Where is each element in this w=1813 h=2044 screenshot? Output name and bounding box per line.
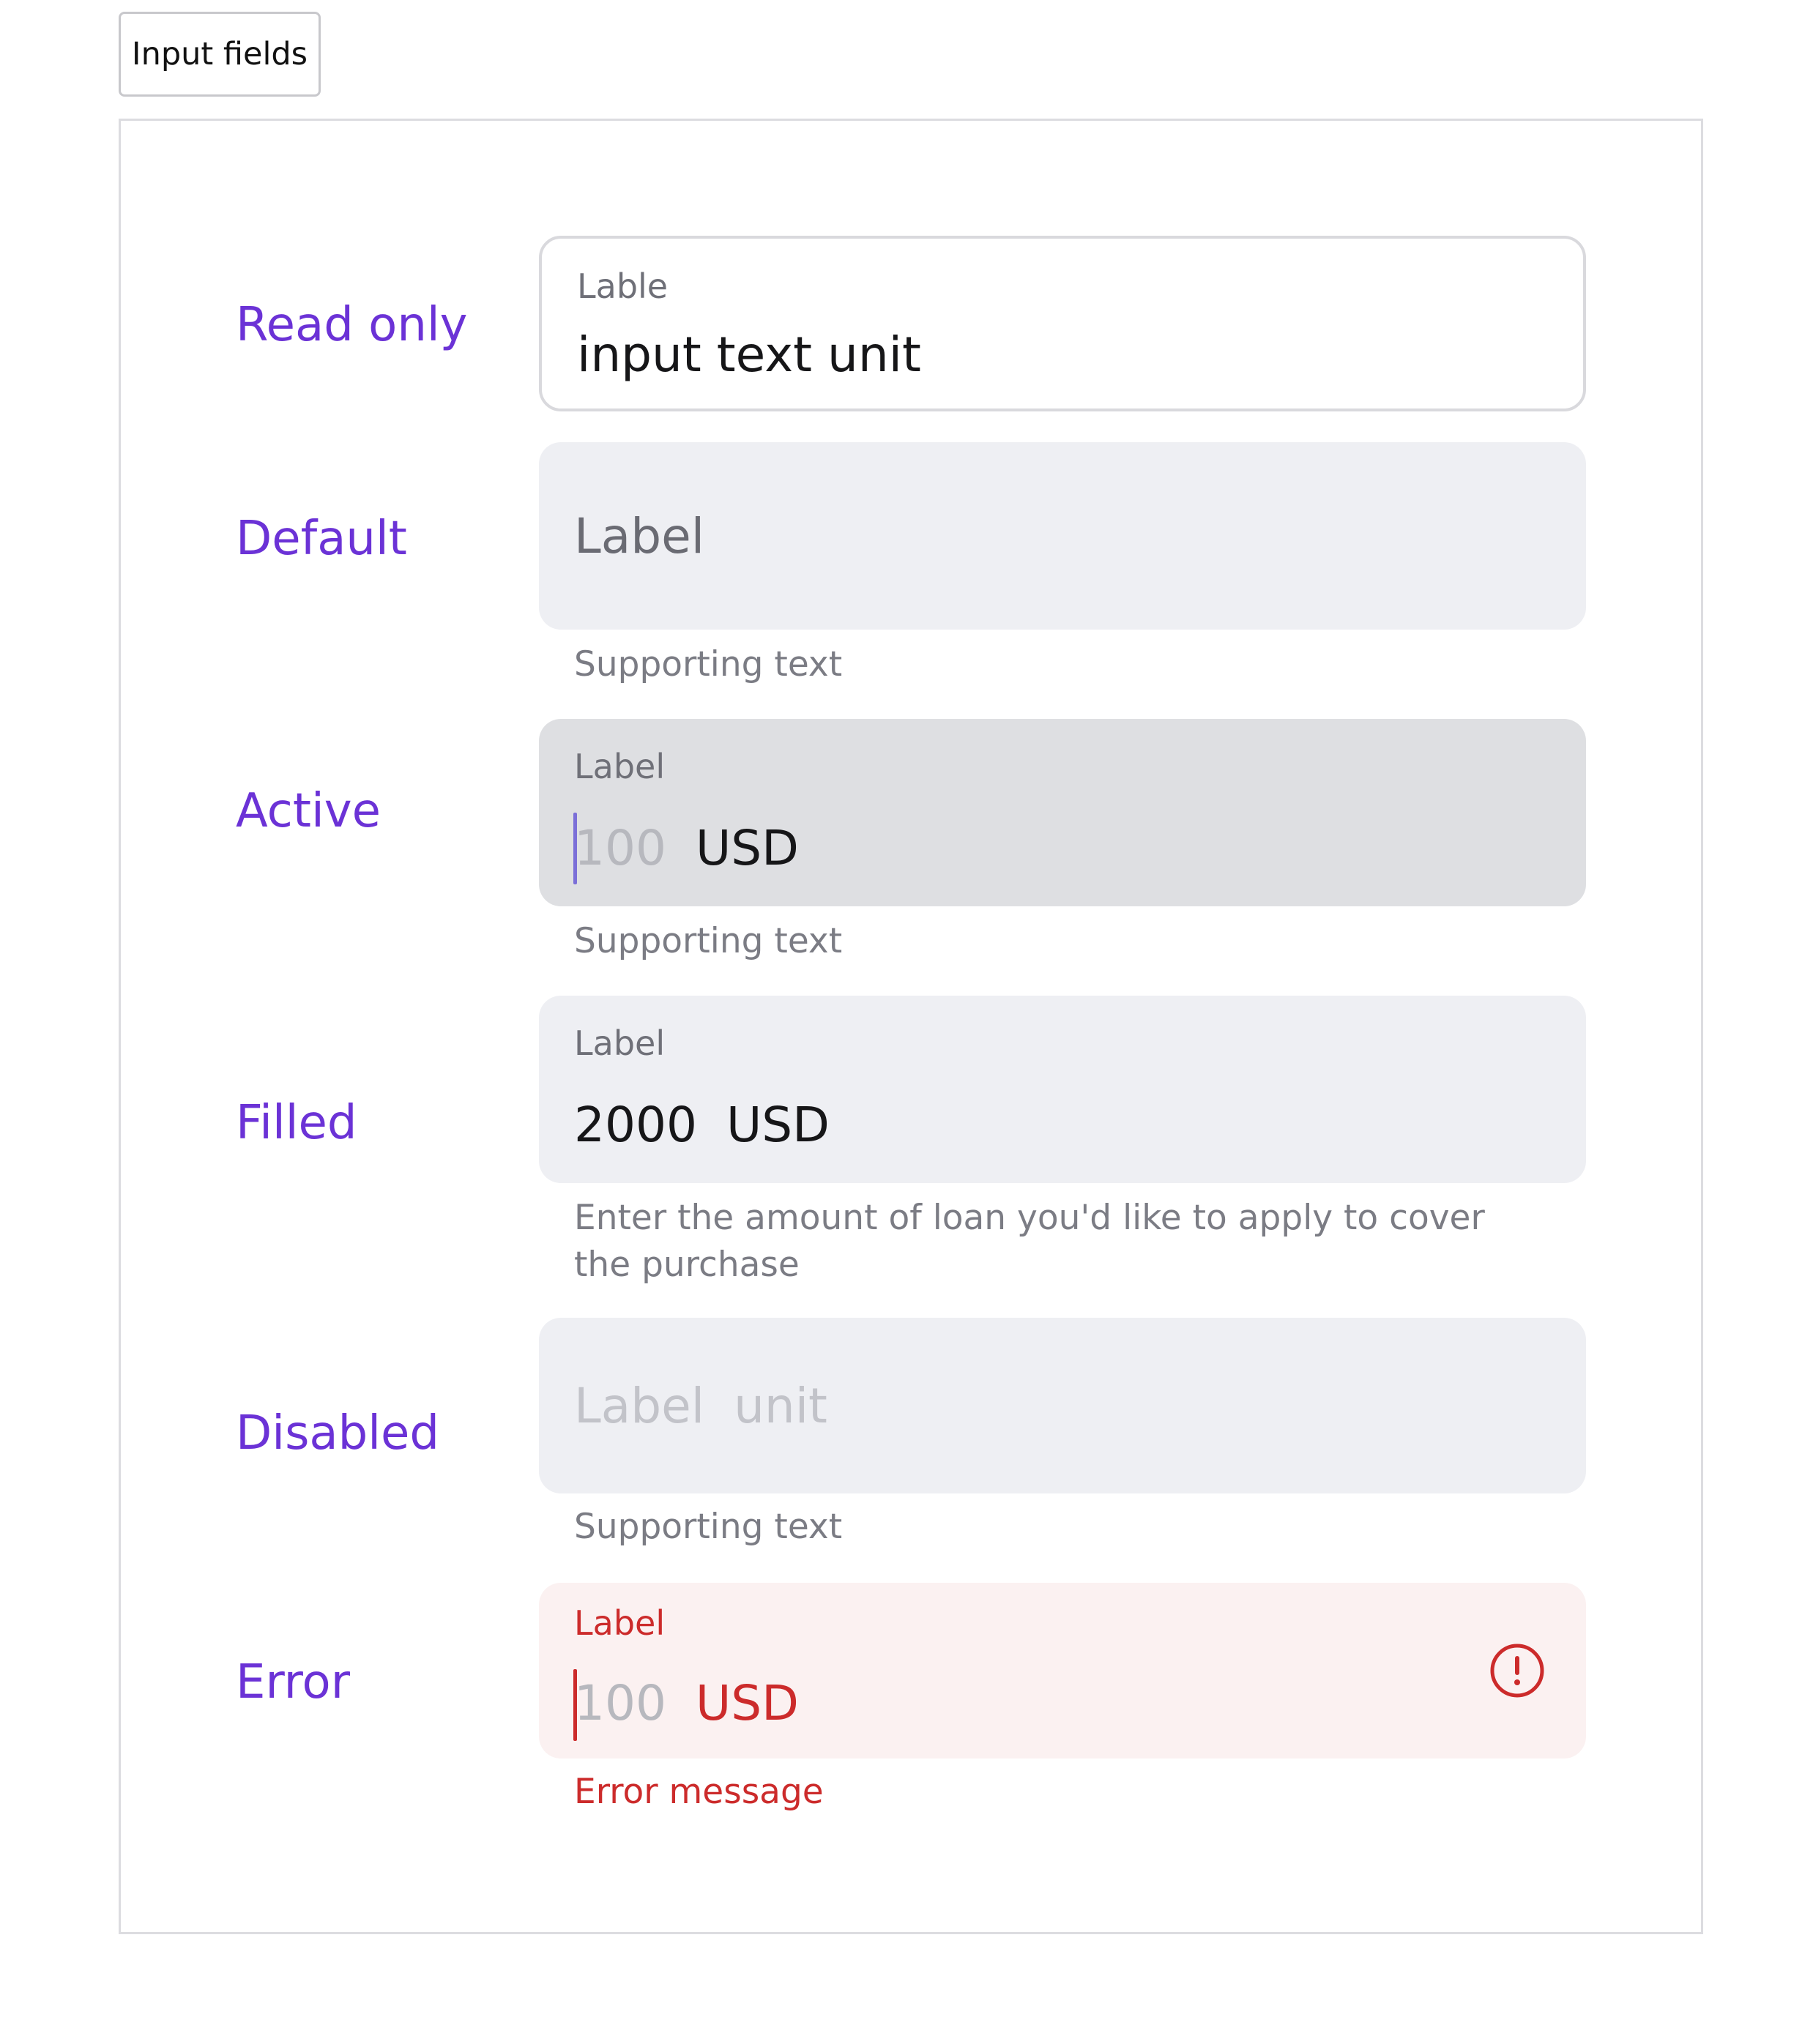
unit-label: USD: [695, 1675, 800, 1731]
amount-entry: 100 USD: [574, 824, 799, 873]
state-label-default: Default: [236, 512, 407, 566]
supporting-text: Supporting text: [574, 921, 843, 961]
field-label: Label: [574, 1023, 666, 1063]
field-value: input text unit: [577, 327, 921, 383]
state-label-active: Active: [236, 784, 381, 838]
supporting-text: Supporting text: [574, 1507, 843, 1547]
state-label-error: Error: [236, 1655, 350, 1709]
supporting-text-line-1: Enter the amount of loan you'd like to a…: [574, 1198, 1485, 1238]
page: Input fields Read only Lable input text …: [0, 0, 1813, 2044]
error-input[interactable]: Label 100 USD: [539, 1583, 1586, 1758]
amount-entry: 100 USD: [574, 1679, 799, 1728]
unit-label: USD: [695, 820, 800, 876]
field-label: Label: [574, 747, 666, 786]
amount-placeholder: 100: [574, 820, 666, 876]
active-input[interactable]: Label 100 USD: [539, 719, 1586, 906]
amount-value: 2000: [574, 1097, 697, 1153]
state-label-filled: Filled: [236, 1096, 357, 1150]
read-only-field: Lable input text unit: [539, 236, 1586, 411]
supporting-text: Enter the amount of loan you'd like to a…: [574, 1195, 1485, 1288]
amount-entry: 2000 USD: [574, 1101, 830, 1149]
field-label: Lable: [577, 266, 669, 306]
disabled-input: Label unit: [539, 1318, 1586, 1493]
unit-label: USD: [726, 1097, 830, 1153]
filled-input[interactable]: Label 2000 USD: [539, 996, 1586, 1183]
tab-label: Input fields: [131, 36, 308, 72]
field-placeholder: Label: [574, 1378, 705, 1434]
supporting-text: Supporting text: [574, 644, 843, 685]
disabled-placeholder: Label unit: [574, 1382, 827, 1431]
unit-label: unit: [734, 1378, 827, 1434]
supporting-text-line-2: the purchase: [574, 1245, 800, 1285]
state-label-disabled: Disabled: [236, 1406, 440, 1461]
state-label-read-only: Read only: [236, 298, 468, 352]
field-placeholder: Label: [574, 508, 705, 564]
amount-placeholder: 100: [574, 1675, 666, 1731]
alert-circle-icon: [1490, 1644, 1544, 1698]
tab-input-fields[interactable]: Input fields: [119, 12, 321, 97]
default-input[interactable]: Label: [539, 442, 1586, 630]
error-message: Error message: [574, 1772, 824, 1812]
field-label: Label: [574, 1603, 666, 1643]
